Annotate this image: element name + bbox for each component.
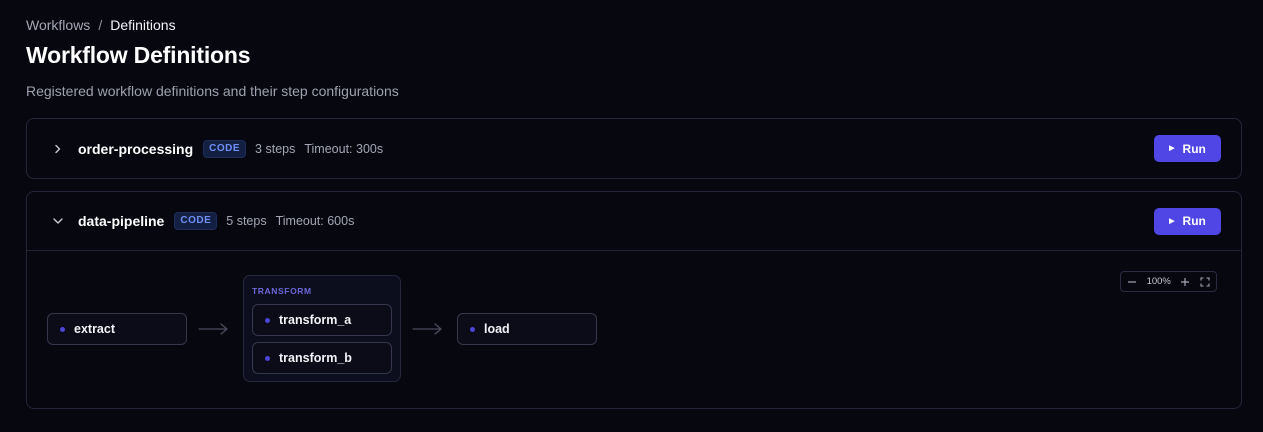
workflow-graph-canvas[interactable]: extract TRANSFORM transform_a transform_… (27, 251, 1241, 408)
plus-icon (1181, 277, 1190, 286)
workflow-card-header[interactable]: data-pipeline CODE 5 steps Timeout: 600s… (27, 192, 1241, 251)
fullscreen-icon (1200, 276, 1210, 287)
workflow-name: order-processing (78, 140, 194, 157)
code-badge: CODE (203, 139, 247, 158)
breadcrumb-separator: / (98, 16, 103, 33)
node-label: extract (74, 322, 115, 336)
step-count: 5 steps (226, 214, 267, 228)
node-load[interactable]: load (457, 313, 597, 345)
run-button[interactable]: ▶ Run (1154, 207, 1221, 235)
chevron-down-icon[interactable] (47, 210, 69, 232)
zoom-in-button[interactable] (1180, 277, 1190, 287)
workflow-card-header[interactable]: order-processing CODE 3 steps Timeout: 3… (27, 119, 1241, 178)
breadcrumb-current: Definitions (110, 16, 176, 33)
breadcrumb-workflows-link[interactable]: Workflows (26, 17, 90, 33)
timeout-label: Timeout: 600s (275, 214, 355, 228)
step-count: 3 steps (255, 141, 296, 156)
arrow-icon (198, 323, 228, 335)
zoom-controls: 100% (1120, 271, 1217, 292)
group-label: TRANSFORM (252, 286, 312, 296)
node-extract[interactable]: extract (47, 313, 187, 345)
workflow-card-data-pipeline: data-pipeline CODE 5 steps Timeout: 600s… (26, 191, 1242, 409)
workflow-card-order-processing: order-processing CODE 3 steps Timeout: 3… (26, 118, 1242, 179)
node-status-dot (470, 326, 475, 332)
run-button[interactable]: ▶ Run (1154, 135, 1221, 162)
node-status-dot (265, 317, 270, 323)
node-status-dot (265, 355, 270, 361)
node-status-dot (60, 326, 65, 332)
code-badge: CODE (174, 212, 218, 230)
breadcrumb: Workflows / Definitions (26, 16, 1242, 33)
chevron-right-icon[interactable] (47, 138, 69, 160)
zoom-level: 100% (1146, 276, 1171, 287)
play-icon: ▶ (1169, 145, 1175, 152)
workflow-name: data-pipeline (78, 213, 165, 229)
node-label: load (484, 322, 510, 336)
node-transform-b[interactable]: transform_b (252, 342, 392, 374)
arrow-icon (412, 323, 442, 335)
node-label: transform_a (279, 313, 352, 327)
page: Workflows / Definitions Workflow Definit… (0, 0, 1263, 409)
page-title: Workflow Definitions (26, 42, 251, 68)
timeout-label: Timeout: 300s (304, 141, 384, 156)
fit-view-button[interactable] (1200, 276, 1210, 287)
run-button-label: Run (1182, 214, 1206, 228)
run-button-label: Run (1182, 141, 1206, 156)
node-label: transform_b (279, 351, 352, 365)
play-icon: ▶ (1169, 217, 1175, 225)
minus-icon (1128, 280, 1136, 283)
page-subtitle: Registered workflow definitions and thei… (26, 83, 399, 99)
transform-group: TRANSFORM transform_a transform_b (243, 275, 401, 382)
node-transform-a[interactable]: transform_a (252, 304, 392, 336)
zoom-out-button[interactable] (1127, 277, 1137, 287)
